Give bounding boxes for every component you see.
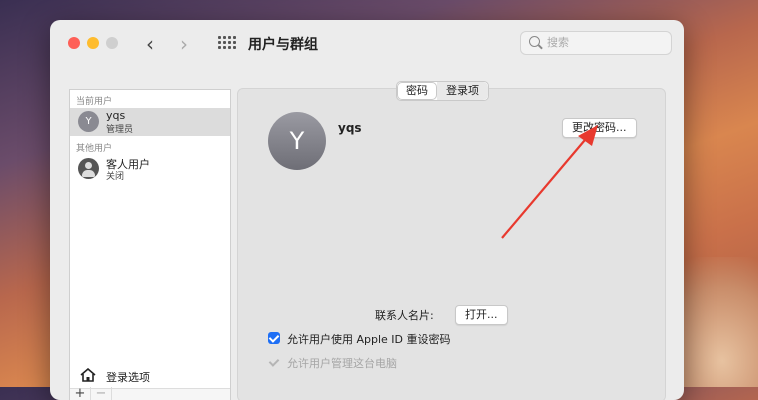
- admin-label: 允许用户管理这台电脑: [287, 357, 397, 370]
- add-user-button[interactable]: +: [70, 387, 91, 400]
- window-title: 用户与群组: [248, 37, 318, 53]
- guest-user-status: 关闭: [106, 172, 125, 182]
- contact-card-label: 联系人名片:: [375, 309, 434, 322]
- user-row-yqs[interactable]: Y yqs 管理员: [70, 108, 230, 136]
- users-sidebar: 当前用户 Y yqs 管理员 其他用户 客人用户 关闭 登录选项 + −: [69, 89, 231, 400]
- close-window-button[interactable]: [68, 37, 80, 49]
- search-icon: [529, 36, 540, 47]
- sidebar-bottom-bar: + −: [70, 387, 230, 400]
- login-options-button[interactable]: 登录选项: [70, 364, 230, 388]
- admin-checkbox: [268, 356, 280, 368]
- tab-bar: 密码 登录项: [396, 81, 489, 101]
- title-bar: ‹ › 用户与群组: [50, 20, 684, 64]
- tab-password[interactable]: 密码: [397, 82, 437, 100]
- user-name: yqs: [106, 109, 126, 122]
- search-input[interactable]: [547, 34, 662, 50]
- user-detail-panel: 密码 登录项 Y yqs 更改密码... 联系人名片: 打开... 允许用户使用…: [237, 81, 666, 400]
- minimize-window-button[interactable]: [87, 37, 99, 49]
- user-full-name: yqs: [338, 121, 362, 135]
- remove-user-button[interactable]: −: [91, 387, 112, 400]
- search-field[interactable]: [520, 31, 672, 55]
- forward-chevron-icon[interactable]: ›: [180, 32, 188, 56]
- current-users-label: 当前用户: [76, 97, 113, 107]
- system-preferences-window: ‹ › 用户与群组 当前用户 Y yqs 管理员 其他用户 客人用户 关闭: [50, 20, 684, 400]
- other-users-label: 其他用户: [76, 144, 113, 154]
- apple-id-reset-checkbox[interactable]: [268, 332, 280, 344]
- change-password-button[interactable]: 更改密码...: [562, 118, 637, 138]
- apple-id-reset-label: 允许用户使用 Apple ID 重设密码: [287, 333, 451, 346]
- house-icon: [80, 368, 96, 382]
- tab-login-items[interactable]: 登录项: [437, 82, 488, 100]
- avatar: Y: [78, 111, 99, 132]
- login-options-label: 登录选项: [106, 371, 150, 384]
- user-row-guest[interactable]: 客人用户 关闭: [70, 155, 230, 183]
- user-avatar-large[interactable]: Y: [268, 112, 326, 170]
- back-chevron-icon[interactable]: ‹: [146, 32, 154, 56]
- open-contact-card-button[interactable]: 打开...: [455, 305, 508, 325]
- show-all-grid-icon[interactable]: [218, 36, 236, 49]
- user-role: 管理员: [106, 125, 134, 135]
- zoom-window-button[interactable]: [106, 37, 118, 49]
- guest-user-icon: [78, 158, 99, 179]
